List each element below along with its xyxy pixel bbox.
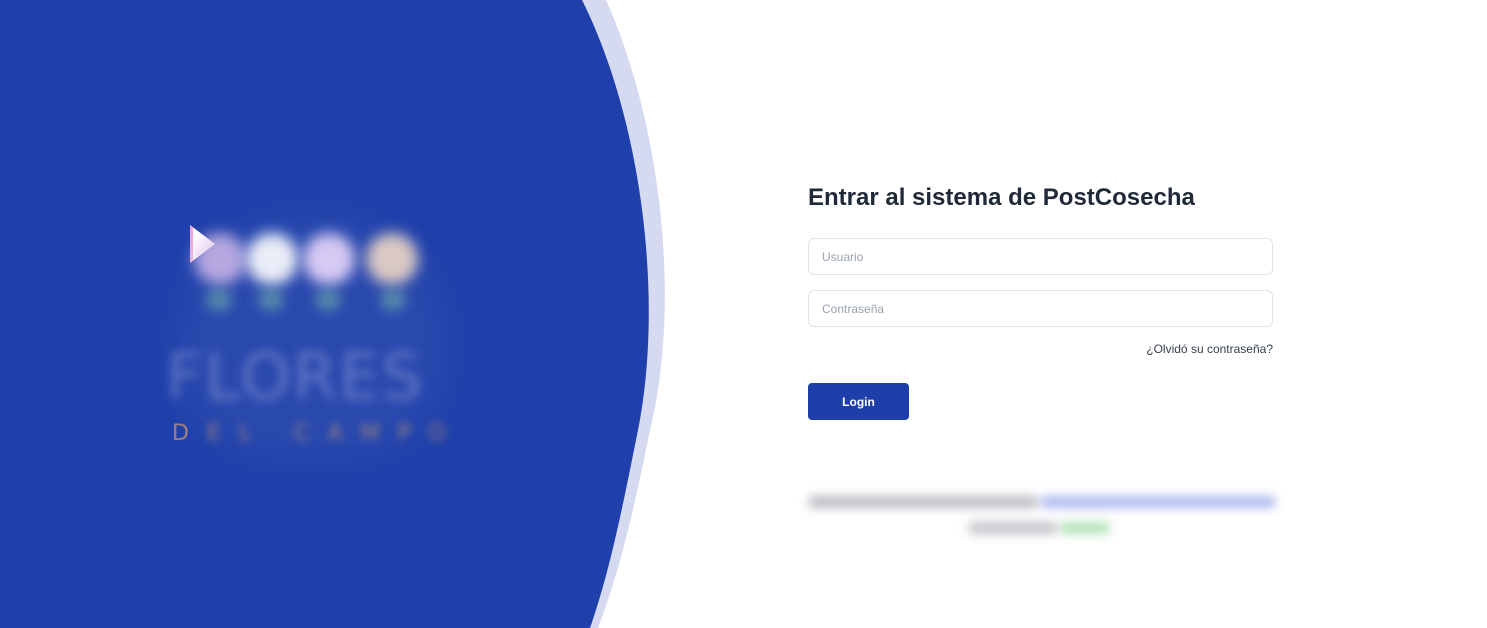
logo-wordmark: FLORES — [166, 341, 425, 415]
company-logo: FLORES DEL CAMPO — [160, 215, 460, 460]
logo-subtitle: DEL CAMPO — [172, 421, 465, 446]
flower-icon — [303, 233, 355, 285]
password-input[interactable] — [809, 291, 1272, 326]
username-input[interactable] — [809, 239, 1272, 274]
password-field — [808, 290, 1273, 327]
flower-icon — [366, 233, 418, 285]
flower-icon — [246, 233, 298, 285]
footer-blurred — [808, 490, 1278, 540]
flower-icon — [194, 233, 246, 285]
page-title: Entrar al sistema de PostCosecha — [808, 184, 1195, 211]
username-field — [808, 238, 1273, 275]
login-button[interactable]: Login — [808, 383, 909, 420]
forgot-password-link[interactable]: ¿Olvidó su contraseña? — [1146, 342, 1273, 356]
brand-panel: FLORES DEL CAMPO — [0, 0, 700, 628]
login-form: Entrar al sistema de PostCosecha ¿Olvidó… — [808, 180, 1273, 420]
